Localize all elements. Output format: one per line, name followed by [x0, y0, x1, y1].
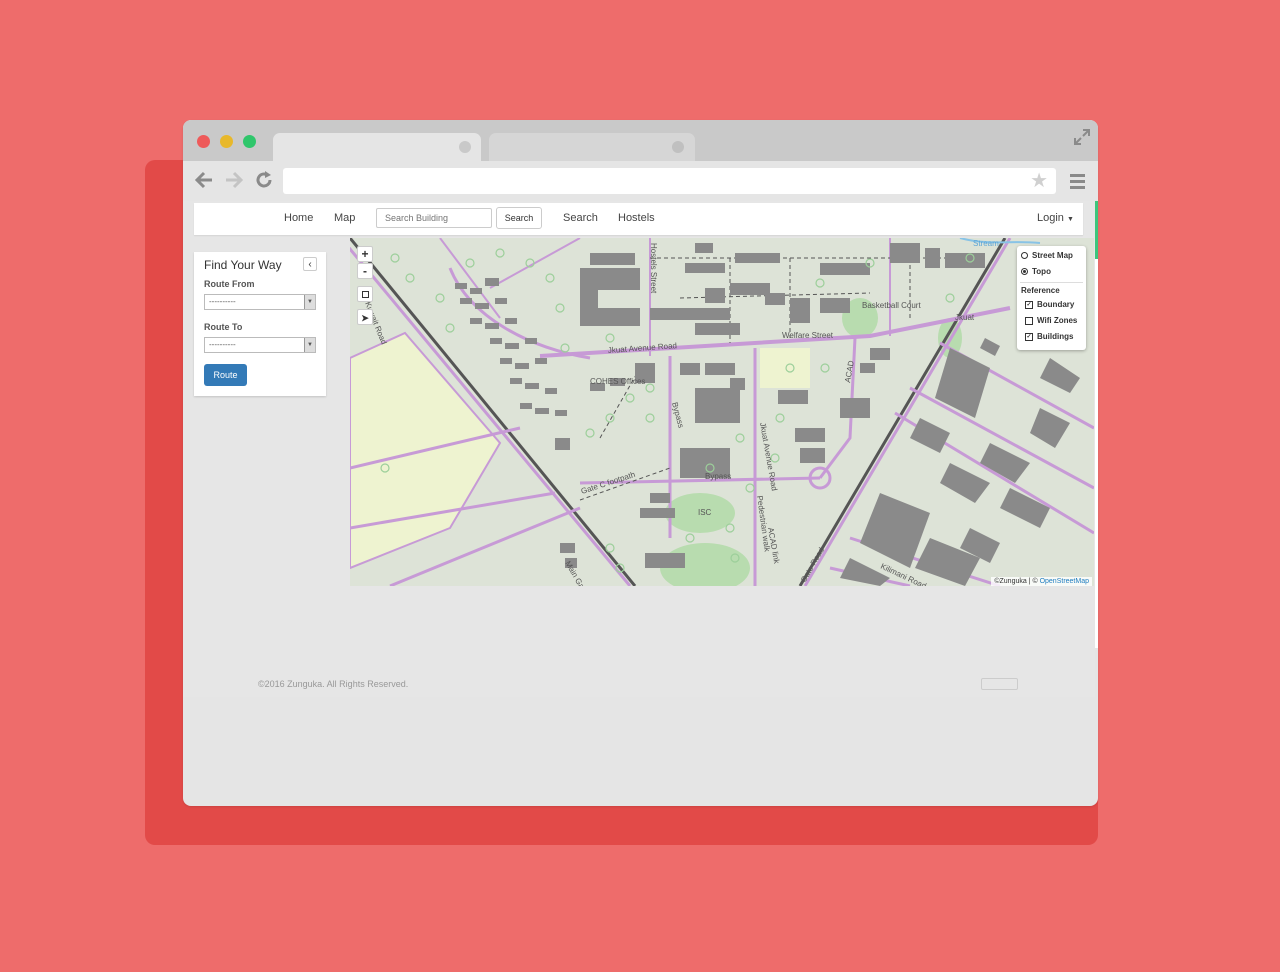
close-window-button[interactable] [197, 135, 210, 148]
overlay-buildings[interactable]: ✓ Buildings [1025, 332, 1073, 341]
nav-map[interactable]: Map [334, 212, 355, 224]
layer-street-map[interactable]: Street Map [1021, 251, 1073, 260]
browser-tab-active[interactable] [273, 133, 481, 161]
radio-street-map[interactable] [1021, 252, 1028, 260]
scrollbar-thumb[interactable] [1095, 201, 1098, 259]
menu-icon[interactable] [1070, 174, 1085, 192]
campus-map[interactable]: Kuwait Road Jkuat Avenue Road Welfare St… [350, 238, 1094, 586]
browser-toolbar: ★ [183, 161, 1098, 201]
overlay-buildings-label: Buildings [1037, 332, 1074, 341]
overlay-boundary[interactable]: ✓ Boundary [1025, 300, 1074, 309]
route-to-label: Route To [204, 322, 243, 332]
route-from-select[interactable]: ---------- ▼ [204, 294, 316, 310]
find-your-way-panel: Find Your Way ‹ Route From ---------- ▼ … [194, 252, 326, 396]
label-gate-road: Gate Road [799, 546, 826, 584]
layer-switcher: Street Map Topo Reference ✓ Boundary Wifi… [1017, 246, 1086, 350]
map-tiles[interactable]: Kuwait Road Jkuat Avenue Road Welfare St… [350, 238, 1094, 586]
road [448, 267, 591, 360]
reference-title: Reference [1021, 286, 1060, 295]
label-basketball: Basketball Court [862, 301, 921, 310]
label-isc: ISC [698, 508, 712, 517]
reload-icon[interactable] [253, 169, 275, 191]
chevron-left-icon: ‹ [308, 259, 312, 270]
overlay-wifi-label: Wifi Zones [1037, 316, 1078, 325]
full-extent-button[interactable] [357, 286, 373, 302]
label-jkuat: Jkuat [955, 313, 975, 322]
layer-street-map-label: Street Map [1032, 251, 1073, 260]
expand-icon[interactable] [1073, 128, 1091, 146]
checkbox-boundary[interactable]: ✓ [1025, 300, 1033, 309]
login-dropdown[interactable]: Login ▼ [1037, 212, 1074, 224]
label-pedestrian: Pedestrian walk [755, 495, 772, 553]
footer-copyright: ©2016 Zunguka. All Rights Reserved. [258, 679, 409, 689]
address-bar[interactable]: ★ [283, 168, 1056, 194]
route-from-label: Route From [204, 279, 255, 289]
browser-tab[interactable] [489, 133, 695, 161]
chevron-down-icon: ▼ [304, 338, 315, 352]
route-to-select[interactable]: ---------- ▼ [204, 337, 316, 353]
layer-divider [1020, 282, 1083, 283]
zoom-in-button[interactable]: + [357, 246, 373, 262]
checkbox-wifi[interactable] [1025, 316, 1033, 325]
stream-line [959, 238, 1041, 244]
collapse-panel-button[interactable]: ‹ [303, 257, 317, 271]
label-welfare-street: Welfare Street [782, 331, 834, 340]
layer-topo-label: Topo [1032, 267, 1051, 276]
checkbox-buildings[interactable]: ✓ [1025, 332, 1033, 341]
label-bypass-vertical: Bypass [670, 401, 685, 429]
label-hostels-street: Hostels Street [649, 243, 658, 294]
page-viewport: Home Map Search Search Hostels Login ▼ F… [183, 201, 1098, 806]
nav-home[interactable]: Home [284, 212, 313, 224]
star-icon[interactable]: ★ [1030, 170, 1048, 192]
label-stream: Stream [973, 239, 999, 248]
osm-link[interactable]: OpenStreetMap [1040, 578, 1089, 585]
nav-search[interactable]: Search [563, 212, 598, 224]
maximize-window-button[interactable] [243, 135, 256, 148]
tab-close-icon[interactable] [459, 141, 471, 153]
browser-window: ★ Home Map Search Search Hostels Login ▼… [183, 120, 1098, 806]
tab-close-icon[interactable] [672, 141, 684, 153]
arrow-left-icon[interactable] [193, 169, 215, 191]
label-cohes-offices: COHES Offices [590, 377, 645, 386]
search-button[interactable]: Search [496, 207, 542, 229]
chevron-down-icon: ▼ [304, 295, 315, 309]
footer-widget[interactable] [981, 678, 1018, 690]
label-jkuat-avenue: Jkuat Avenue Road [608, 341, 678, 355]
site-navbar: Home Map Search Search Hostels Login ▼ [194, 203, 1083, 235]
search-input[interactable] [376, 208, 492, 228]
location-arrow-icon: ➤ [361, 313, 369, 323]
label-bypass: Bypass [705, 472, 731, 481]
route-to-value: ---------- [209, 340, 236, 349]
panel-title: Find Your Way [204, 258, 282, 272]
overlay-wifi[interactable]: Wifi Zones [1025, 316, 1077, 325]
square-icon [361, 291, 369, 298]
route-button[interactable]: Route [204, 364, 247, 386]
locate-button[interactable]: ➤ [357, 309, 373, 325]
nav-hostels[interactable]: Hostels [618, 212, 655, 224]
minimize-window-button[interactable] [220, 135, 233, 148]
zoom-out-button[interactable]: - [357, 263, 373, 279]
arrow-right-icon[interactable] [223, 169, 245, 191]
caret-down-icon: ▼ [1066, 216, 1074, 223]
radio-topo[interactable] [1021, 268, 1028, 276]
login-label: Login [1037, 212, 1064, 224]
road [439, 238, 581, 319]
layer-topo[interactable]: Topo [1021, 267, 1051, 276]
attribution-text: ©Zunguka [994, 578, 1027, 585]
scrollbar[interactable] [1095, 201, 1098, 648]
label-jkuat-ave-vertical: Jkuat Avenue Road [758, 422, 779, 492]
map-attribution: ©Zunguka | © OpenStreetMap [991, 577, 1092, 586]
field-area [760, 348, 810, 388]
route-from-value: ---------- [209, 297, 236, 306]
overlay-boundary-label: Boundary [1037, 300, 1075, 309]
label-main-gate: Main Gate Road [563, 560, 600, 587]
tab-bar [183, 120, 1098, 161]
